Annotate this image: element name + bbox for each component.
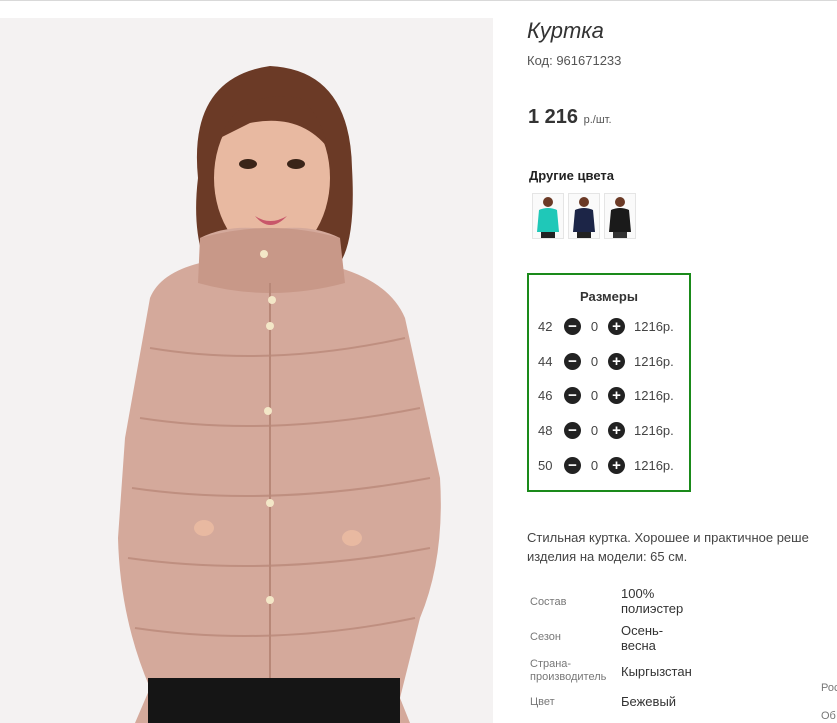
size-qty: 0	[590, 422, 599, 438]
attr-label-country: Страна- производитель	[530, 658, 606, 684]
cutoff-label: Рос	[821, 682, 837, 694]
attr-label-color: Цвет	[530, 696, 555, 708]
price-unit: р./шт.	[583, 114, 612, 126]
attr-value-composition: 100% полиэстер	[621, 586, 683, 616]
attr-label-composition: Состав	[530, 596, 567, 608]
attr-label-line: Страна-	[530, 658, 572, 670]
product-code: Код: 961671233	[527, 53, 622, 68]
minus-circle-icon[interactable]: −	[564, 317, 581, 335]
sizes-title: Размеры	[580, 289, 638, 304]
size-row: 42 − 0 + 1216р.	[538, 316, 688, 336]
size-qty: 0	[590, 318, 599, 334]
size-qty: 0	[590, 353, 599, 369]
attr-value-line: 100%	[621, 586, 655, 601]
attr-value-color: Бежевый	[621, 694, 677, 709]
navy-jacket-thumbnail[interactable]	[568, 193, 600, 239]
plus-circle-icon[interactable]: +	[608, 421, 625, 439]
description-line: Стильная куртка. Хорошее и практичное ре…	[527, 530, 809, 545]
description-line: изделия на модели: 65 см.	[527, 549, 688, 564]
plus-circle-icon[interactable]: +	[608, 386, 625, 404]
attr-value-line: полиэстер	[621, 601, 684, 616]
black-jacket-thumbnail[interactable]	[604, 193, 636, 239]
size-label: 42	[538, 318, 553, 334]
cutoff-label: Об	[821, 710, 836, 722]
product-description: Стильная куртка. Хорошее и практичное ре…	[527, 528, 837, 566]
size-row: 44 − 0 + 1216р.	[538, 351, 688, 371]
size-price: 1216р.	[634, 318, 674, 334]
other-colors-title: Другие цвета	[529, 168, 614, 183]
size-label: 44	[538, 353, 553, 369]
plus-circle-icon[interactable]: +	[608, 456, 625, 474]
size-price: 1216р.	[634, 353, 674, 369]
minus-circle-icon[interactable]: −	[564, 421, 581, 439]
attr-label-line: производитель	[530, 671, 607, 683]
attr-value-line: весна	[621, 638, 656, 653]
size-label: 48	[538, 422, 553, 438]
size-label: 50	[538, 457, 553, 473]
minus-circle-icon[interactable]: −	[564, 352, 581, 370]
size-price: 1216р.	[634, 387, 674, 403]
size-price: 1216р.	[634, 422, 674, 438]
teal-jacket-thumbnail[interactable]	[532, 193, 564, 239]
size-row: 48 − 0 + 1216р.	[538, 420, 688, 440]
sizes-panel: Размеры 42 − 0 + 1216р. 44 − 0 + 1216р. …	[527, 273, 691, 492]
product-price: 1 216 р./шт.	[528, 106, 612, 129]
size-price: 1216р.	[634, 457, 674, 473]
size-qty: 0	[590, 457, 599, 473]
size-label: 46	[538, 387, 553, 403]
product-title: Куртка	[527, 18, 604, 43]
attr-label-season: Сезон	[530, 631, 561, 643]
minus-circle-icon[interactable]: −	[564, 456, 581, 474]
plus-circle-icon[interactable]: +	[608, 317, 625, 335]
minus-circle-icon[interactable]: −	[564, 386, 581, 404]
product-photo[interactable]	[0, 18, 493, 723]
plus-circle-icon[interactable]: +	[608, 352, 625, 370]
attr-value-line: Осень-	[621, 623, 664, 638]
price-value: 1 216	[528, 106, 579, 128]
color-swatches	[532, 193, 636, 239]
attr-value-season: Осень- весна	[621, 623, 663, 653]
top-divider	[0, 0, 837, 1]
size-row: 46 − 0 + 1216р.	[538, 385, 688, 405]
attr-value-country: Кыргызстан	[621, 664, 692, 679]
size-row: 50 − 0 + 1216р.	[538, 455, 688, 475]
size-qty: 0	[590, 387, 599, 403]
